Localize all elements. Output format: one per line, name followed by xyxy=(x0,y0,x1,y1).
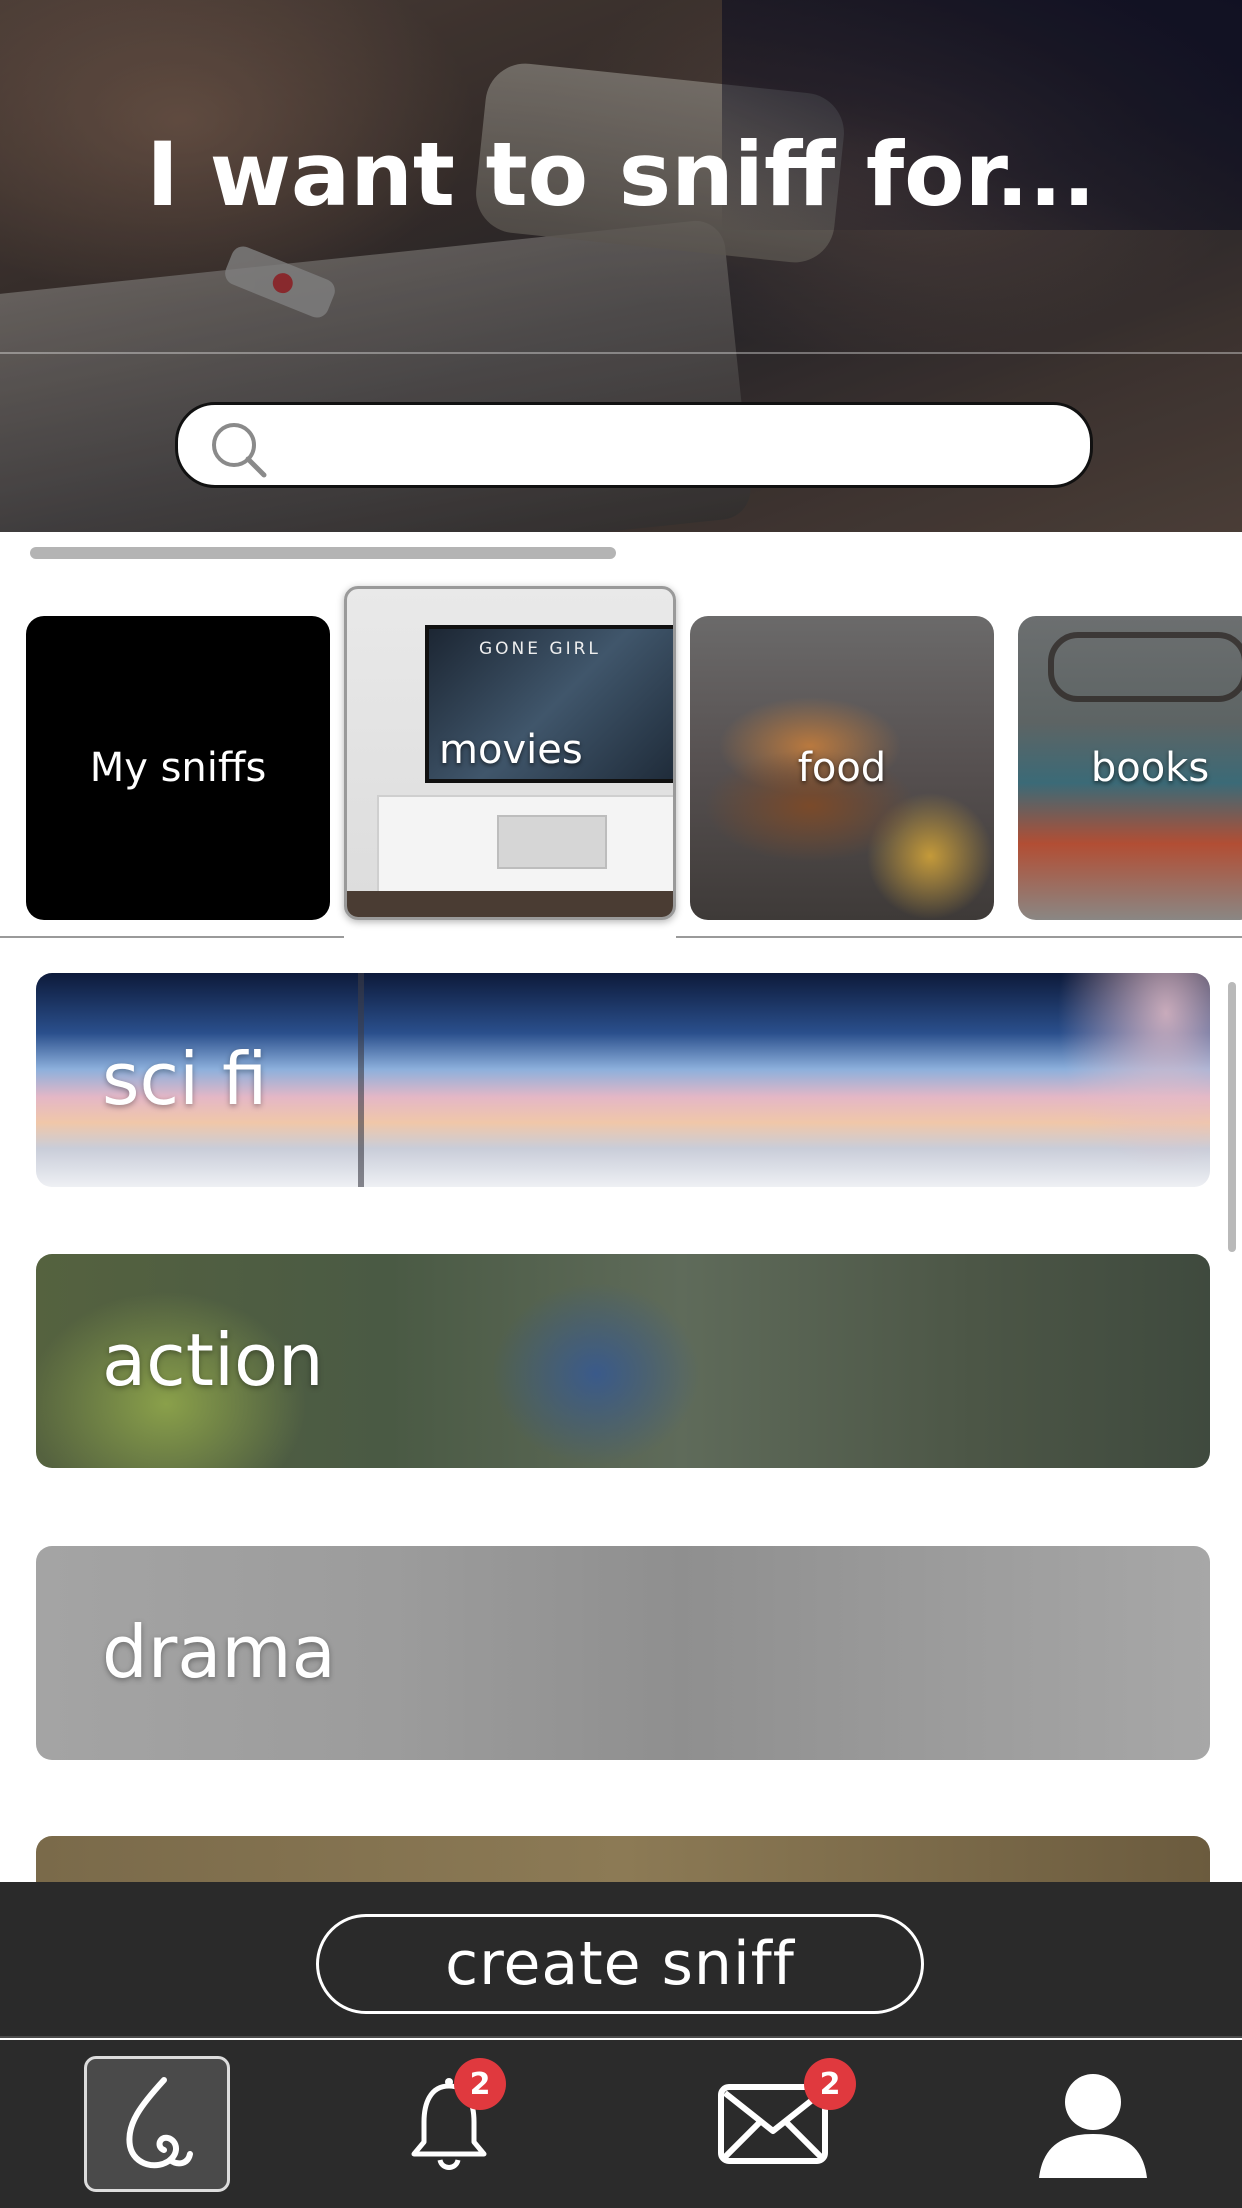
genre-label: drama xyxy=(102,1610,336,1694)
list-scrollbar[interactable] xyxy=(1228,982,1236,1252)
category-label: My sniffs xyxy=(89,745,267,791)
category-scroll-indicator[interactable] xyxy=(30,547,616,559)
create-sniff-button[interactable]: create sniff xyxy=(316,1914,924,2014)
category-tile-food[interactable]: food xyxy=(690,616,994,920)
genre-label: sci fi xyxy=(102,1037,268,1121)
tab-profile[interactable] xyxy=(1020,2056,1166,2192)
tab-notifications[interactable]: 2 xyxy=(376,2056,522,2192)
divider xyxy=(0,936,344,938)
category-label: movies xyxy=(439,727,583,773)
genre-card-partial[interactable] xyxy=(36,1836,1210,1882)
tab-messages[interactable]: 2 xyxy=(700,2056,856,2192)
user-icon xyxy=(1039,2074,1147,2178)
hero-divider xyxy=(0,352,1242,354)
tab-bar: 2 2 xyxy=(0,2040,1242,2208)
divider xyxy=(676,936,1242,938)
notification-badge: 2 xyxy=(454,2058,506,2110)
search-input[interactable] xyxy=(288,415,1068,477)
genre-card-action[interactable]: action xyxy=(36,1254,1210,1468)
category-tile-books[interactable]: books xyxy=(1018,616,1242,920)
nose-icon xyxy=(126,2077,193,2169)
search-icon[interactable] xyxy=(204,415,274,485)
genre-card-sci-fi[interactable]: sci fi xyxy=(36,973,1210,1187)
create-bar: create sniff xyxy=(0,1882,1242,2038)
genre-list[interactable]: sci fi action drama xyxy=(0,940,1242,1882)
category-tile-movies[interactable]: GONE GIRL movies xyxy=(344,586,676,920)
genre-card-drama[interactable]: drama xyxy=(36,1546,1210,1760)
tv-screen-title: GONE GIRL xyxy=(479,639,601,659)
message-badge: 2 xyxy=(804,2058,856,2110)
category-tile-my-sniffs[interactable]: My sniffs xyxy=(26,616,330,920)
genre-label: action xyxy=(102,1318,324,1402)
hero-banner: I want to sniff for... xyxy=(0,0,1242,532)
tab-home[interactable] xyxy=(84,2056,230,2192)
glasses-image xyxy=(1048,632,1242,702)
search-box[interactable] xyxy=(175,402,1093,488)
category-label: food xyxy=(797,745,887,791)
category-label: books xyxy=(1090,745,1210,791)
page-title: I want to sniff for... xyxy=(146,123,1096,226)
